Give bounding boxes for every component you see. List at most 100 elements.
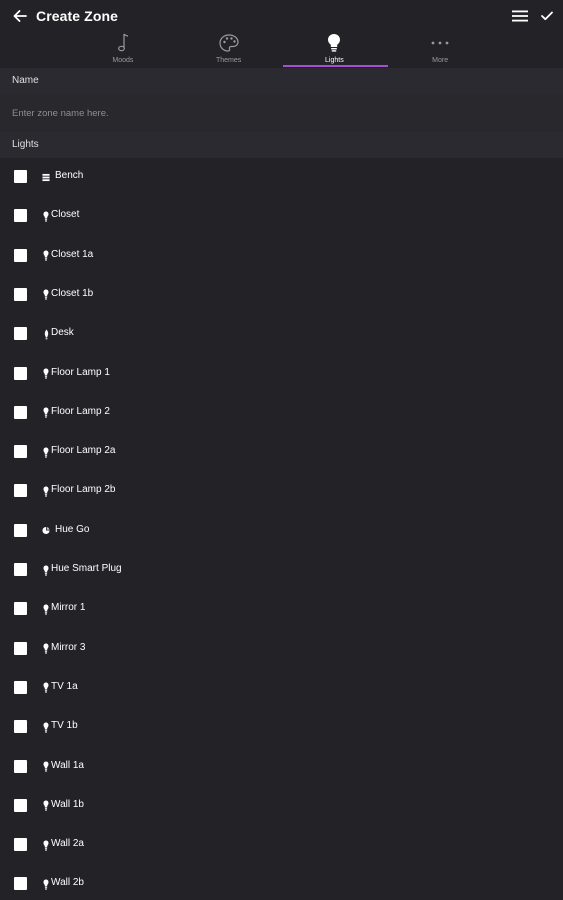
zone-name-input[interactable] [12, 104, 552, 122]
back-button[interactable] [10, 6, 30, 26]
lights-section-header: Lights [0, 132, 563, 158]
light-checkbox[interactable] [14, 445, 27, 459]
menu-lines-icon [512, 10, 528, 22]
light-row[interactable]: TV 1b [0, 708, 563, 747]
bulb-icon [42, 250, 50, 262]
light-checkbox[interactable] [14, 798, 27, 812]
light-label: Closet [51, 209, 80, 221]
reorder-menu-button[interactable] [511, 8, 529, 24]
active-tab-indicator [283, 65, 388, 67]
light-label: Hue Smart Plug [51, 563, 122, 574]
bulb-icon [42, 839, 50, 851]
light-checkbox[interactable] [14, 602, 27, 616]
light-checkbox[interactable] [14, 327, 27, 341]
light-label: Closet 1b [51, 287, 94, 299]
light-checkbox[interactable] [14, 170, 27, 183]
light-row[interactable]: Bench [0, 158, 563, 197]
light-checkbox[interactable] [14, 680, 27, 694]
tab-label: Lights [325, 57, 344, 64]
light-checkbox[interactable] [14, 563, 27, 576]
light-checkbox[interactable] [14, 759, 27, 773]
hue-go-icon [42, 525, 50, 537]
lightstrip-icon [42, 171, 50, 183]
bulb-icon [42, 289, 50, 301]
light-row[interactable]: Wall 2b [0, 865, 563, 900]
section-heading: Name [12, 75, 39, 86]
candle-bulb-icon [42, 328, 50, 340]
tab-label: Moods [112, 57, 134, 64]
bulb-icon [42, 564, 50, 576]
light-label: Wall 2b [51, 877, 84, 889]
light-label: Floor Lamp 2 [51, 405, 110, 417]
light-checkbox[interactable] [14, 838, 27, 852]
bulb-icon [42, 446, 50, 458]
light-label: Closet 1a [51, 248, 94, 260]
light-checkbox[interactable] [14, 720, 27, 734]
tab-lights[interactable]: Lights [282, 30, 388, 68]
light-row[interactable]: Floor Lamp 2a [0, 433, 563, 472]
bulb-icon [42, 721, 50, 733]
music-note-icon [117, 33, 128, 52]
save-check-button[interactable] [539, 8, 555, 24]
light-checkbox[interactable] [14, 484, 27, 498]
light-row[interactable]: Closet 1a [0, 237, 563, 276]
light-row[interactable]: Floor Lamp 2b [0, 472, 563, 511]
light-label: TV 1b [51, 720, 78, 732]
light-checkbox[interactable] [14, 877, 27, 891]
light-label: Floor Lamp 1 [51, 366, 110, 378]
light-checkbox[interactable] [14, 366, 27, 380]
light-checkbox[interactable] [14, 209, 27, 223]
light-row[interactable]: Closet [0, 197, 563, 236]
light-label: Wall 1a [51, 759, 84, 771]
bulb-icon [42, 800, 50, 812]
bulb-icon [42, 210, 50, 222]
light-checkbox[interactable] [14, 248, 27, 262]
lightbulb-icon [328, 34, 341, 52]
light-label: Floor Lamp 2b [51, 484, 116, 496]
light-label: TV 1a [51, 680, 78, 692]
section-heading: Lights [12, 139, 39, 150]
light-row[interactable]: Wall 1b [0, 787, 563, 826]
light-label: Mirror 1 [51, 602, 86, 614]
light-row[interactable]: Hue Smart Plug [0, 551, 563, 590]
bulb-icon [42, 643, 50, 655]
tab-bar: Moods Themes Lights More [70, 30, 493, 68]
light-row[interactable]: Wall 2a [0, 826, 563, 865]
bulb-icon [42, 761, 50, 773]
bulb-icon [42, 878, 50, 890]
tab-label: Themes [215, 57, 242, 64]
light-checkbox[interactable] [14, 405, 27, 419]
palette-icon [219, 34, 239, 52]
arrow-left-icon [13, 10, 27, 22]
light-row[interactable]: Mirror 1 [0, 590, 563, 629]
light-checkbox[interactable] [14, 523, 27, 537]
light-row[interactable]: Desk [0, 315, 563, 354]
more-dots-icon [431, 41, 449, 45]
light-label: Mirror 3 [51, 641, 86, 653]
light-label: Wall 2a [51, 838, 84, 850]
tab-more[interactable]: More [387, 30, 493, 68]
name-row [0, 94, 563, 132]
light-label: Desk [51, 327, 74, 339]
bulb-icon [42, 368, 50, 380]
light-row[interactable]: Hue Go [0, 512, 563, 551]
light-label: Floor Lamp 2a [51, 445, 116, 457]
light-row[interactable]: Wall 1a [0, 748, 563, 787]
tab-themes[interactable]: Themes [176, 30, 282, 68]
light-checkbox[interactable] [14, 287, 27, 301]
light-row[interactable]: TV 1a [0, 669, 563, 708]
light-checkbox[interactable] [14, 641, 27, 655]
bulb-icon [42, 682, 50, 694]
light-row[interactable]: Mirror 3 [0, 630, 563, 669]
bulb-icon [42, 485, 50, 497]
checkmark-icon [541, 11, 553, 21]
bulb-icon [42, 407, 50, 419]
app-bar: Create Zone Moods Themes Lights More [0, 0, 563, 68]
name-section-header: Name [0, 68, 563, 94]
light-row[interactable]: Floor Lamp 1 [0, 355, 563, 394]
tab-label: More [432, 57, 449, 64]
tab-moods[interactable]: Moods [70, 30, 176, 68]
light-row[interactable]: Closet 1b [0, 276, 563, 315]
light-row[interactable]: Floor Lamp 2 [0, 394, 563, 433]
light-label: Wall 1b [51, 798, 84, 810]
